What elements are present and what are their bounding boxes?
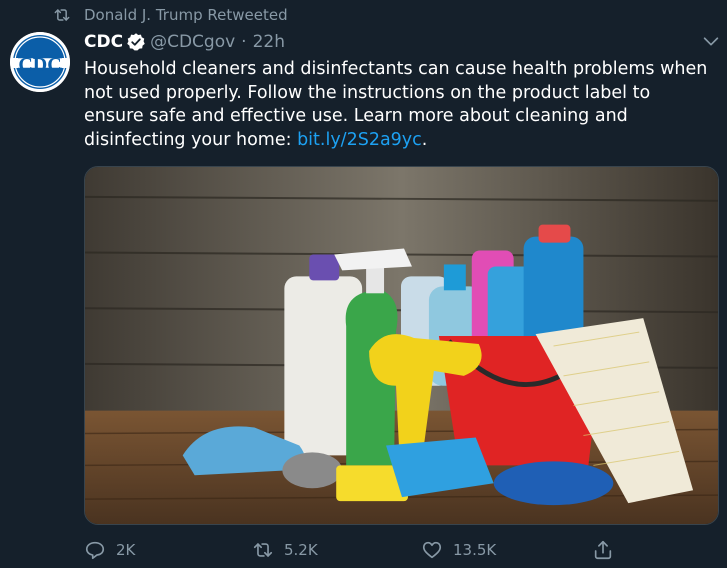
like-button[interactable]: 13.5K <box>421 537 496 563</box>
heart-icon <box>422 541 442 559</box>
author-handle[interactable]: @CDCgov <box>150 32 235 52</box>
tweet-header: CDC @CDCgov · 22h <box>84 30 285 54</box>
tweet-timestamp[interactable]: 22h <box>253 32 285 52</box>
retweet-button[interactable]: 5.2K <box>252 537 318 563</box>
author-name[interactable]: CDC <box>84 32 123 52</box>
tweet-trailing: . <box>421 129 428 150</box>
retweeted-by-text: Donald J. Trump Retweeted <box>84 6 288 24</box>
reply-button[interactable]: 2K <box>84 537 135 563</box>
cdc-logo: CDC <box>10 32 70 92</box>
chevron-down-icon <box>703 37 719 46</box>
photo-cleaning-products <box>85 167 718 524</box>
reply-icon <box>85 541 105 560</box>
like-count: 13.5K <box>453 541 497 559</box>
avatar-text: CDC <box>18 54 61 76</box>
tweet-image[interactable] <box>84 166 719 525</box>
verified-badge-icon <box>127 33 145 51</box>
tweet-text: Household cleaners and disinfectants can… <box>84 58 714 152</box>
separator-dot: · <box>241 32 247 52</box>
more-options-button[interactable] <box>700 30 722 52</box>
tweet[interactable]: Donald J. Trump Retweeted CDC CDC @CDCgo… <box>0 0 727 568</box>
reply-count: 2K <box>116 541 136 559</box>
tweet-actions: 2K 5.2K 13.5K <box>84 537 719 563</box>
share-button[interactable] <box>592 537 614 563</box>
retweet-icon <box>54 9 70 21</box>
share-icon <box>594 540 612 560</box>
retweeted-by[interactable]: Donald J. Trump Retweeted <box>52 4 288 26</box>
retweet-count: 5.2K <box>284 541 318 559</box>
retweet-icon <box>253 543 273 557</box>
avatar[interactable]: CDC <box>10 32 70 92</box>
tweet-link[interactable]: bit.ly/2S2a9yc <box>297 130 422 150</box>
